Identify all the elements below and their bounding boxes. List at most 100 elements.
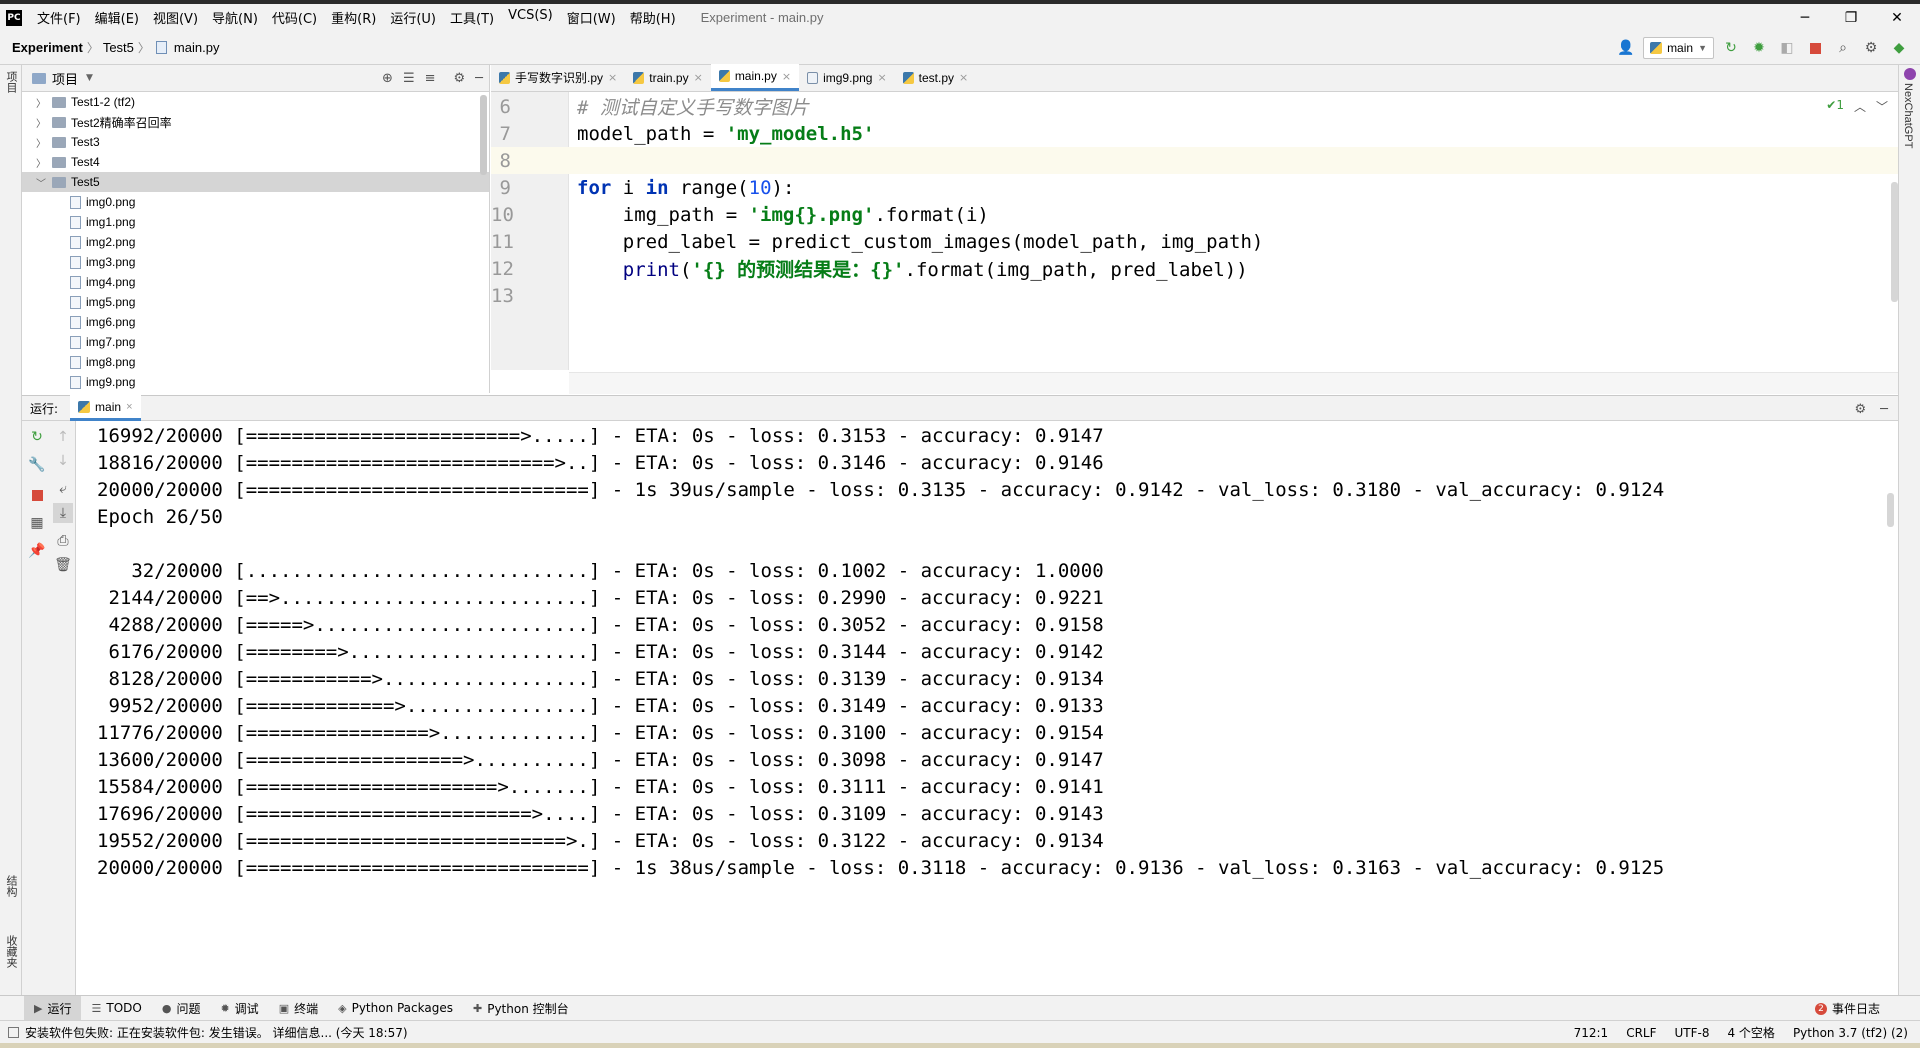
breadcrumb-project[interactable]: Experiment bbox=[0, 40, 87, 55]
trash-icon[interactable]: 🗑 bbox=[53, 555, 73, 575]
chevron-right-icon[interactable]: 〉 bbox=[34, 95, 48, 110]
chevron-right-icon[interactable]: 〉 bbox=[34, 115, 48, 130]
event-log-button[interactable]: 2 事件日志 bbox=[1814, 996, 1880, 1021]
debug-icon[interactable]: ✹ bbox=[1748, 37, 1770, 59]
menu-item[interactable]: 运行(U) bbox=[383, 8, 443, 27]
chevron-right-icon[interactable]: 〉 bbox=[34, 155, 48, 170]
code-line[interactable]: 13 bbox=[491, 282, 1898, 309]
arrow-down-icon[interactable]: ↓ bbox=[53, 451, 73, 471]
update-icon[interactable]: ◆ bbox=[1888, 37, 1910, 59]
code-line[interactable]: 8 bbox=[491, 147, 1898, 174]
indent-setting[interactable]: 4 个空格 bbox=[1727, 1024, 1774, 1041]
tree-file[interactable]: img2.png bbox=[22, 232, 489, 252]
editor-tab[interactable]: test.py × bbox=[895, 64, 977, 91]
next-highlight-icon[interactable]: ﹀ bbox=[1876, 98, 1888, 115]
chevron-down-icon[interactable]: ﹀ bbox=[34, 175, 48, 190]
settings-icon[interactable]: ⚙ bbox=[454, 71, 466, 86]
code-line[interactable]: 9 for i in range(10): bbox=[491, 174, 1898, 201]
settings-icon[interactable]: ⚙ bbox=[1860, 37, 1882, 59]
stop-icon[interactable] bbox=[27, 485, 47, 505]
hide-icon[interactable]: ─ bbox=[475, 71, 483, 86]
close-icon[interactable]: × bbox=[608, 71, 617, 84]
tree-file[interactable]: img1.png bbox=[22, 212, 489, 232]
wrench-icon[interactable]: 🔧 bbox=[27, 455, 47, 475]
menu-item[interactable]: 导航(N) bbox=[205, 8, 265, 27]
editor-horizontal-scrollbar[interactable] bbox=[569, 372, 1898, 394]
tool-window-tab[interactable]: ✚ Python 控制台 bbox=[463, 996, 579, 1021]
user-icon[interactable]: 👤 bbox=[1615, 37, 1637, 59]
tool-window-tab[interactable]: ● 问题 bbox=[152, 996, 211, 1021]
menu-item[interactable]: 窗口(W) bbox=[560, 8, 623, 27]
run-configuration-select[interactable]: main ▼ bbox=[1643, 37, 1714, 59]
collapse-all-icon[interactable]: ≡ bbox=[425, 71, 436, 86]
status-message[interactable]: 安装软件包失败: 正在安装软件包: 发生错误。 详细信息... (今天 18:5… bbox=[25, 1024, 408, 1041]
code-line[interactable]: 6 # 测试自定义手写数字图片 bbox=[491, 93, 1898, 120]
tree-folder[interactable]: 〉 Test1-2 (tf2) bbox=[22, 92, 489, 112]
code-line[interactable]: 12 print('{} 的预测结果是：{}'.format(img_path,… bbox=[491, 255, 1898, 282]
code-editor[interactable]: 6 # 测试自定义手写数字图片 7 model_path = 'my_model.h5… bbox=[491, 92, 1898, 394]
minimize-button[interactable]: ─ bbox=[1782, 4, 1828, 31]
code-line[interactable]: 7 model_path = 'my_model.h5' bbox=[491, 120, 1898, 147]
tree-file[interactable]: img4.png bbox=[22, 272, 489, 292]
run-console[interactable]: 16992/20000 [========================>..… bbox=[77, 421, 1898, 995]
file-encoding[interactable]: UTF-8 bbox=[1675, 1026, 1710, 1040]
run-tab-main[interactable]: main × bbox=[70, 395, 141, 421]
code-line[interactable]: 10 img_path = 'img{}.png'.format(i) bbox=[491, 201, 1898, 228]
menu-item[interactable]: 工具(T) bbox=[443, 8, 501, 27]
chevron-down-icon[interactable]: ▼ bbox=[86, 73, 93, 83]
close-icon[interactable]: × bbox=[877, 71, 886, 84]
editor-tab[interactable]: img9.png × bbox=[799, 64, 895, 91]
caret-position[interactable]: 712:1 bbox=[1574, 1026, 1609, 1040]
expand-all-icon[interactable]: ☰ bbox=[403, 71, 415, 86]
menu-item[interactable]: 重构(R) bbox=[324, 8, 383, 27]
nexchatgpt-tool-tab[interactable]: NexChatGPT bbox=[1902, 83, 1914, 148]
menu-item[interactable]: VCS(S) bbox=[501, 8, 560, 27]
menu-item[interactable]: 帮助(H) bbox=[623, 8, 683, 27]
line-separator[interactable]: CRLF bbox=[1626, 1026, 1656, 1040]
tool-window-tab[interactable]: ☰ TODO bbox=[81, 996, 151, 1021]
locate-icon[interactable]: ⊕ bbox=[382, 71, 393, 86]
inspection-widget[interactable]: ✔1 ︿ ﹀ bbox=[1826, 98, 1888, 115]
search-icon[interactable]: ⌕ bbox=[1832, 37, 1854, 59]
tree-file[interactable]: img5.png bbox=[22, 292, 489, 312]
close-icon[interactable]: × bbox=[126, 401, 132, 413]
favorites-tool-tab[interactable]: 收藏夹 bbox=[2, 935, 20, 968]
close-icon[interactable]: × bbox=[959, 71, 968, 84]
close-button[interactable]: ✕ bbox=[1874, 4, 1920, 31]
layout-icon[interactable]: ▦ bbox=[27, 513, 47, 533]
breadcrumb-folder[interactable]: Test5 bbox=[99, 40, 138, 55]
arrow-up-icon[interactable]: ↑ bbox=[53, 427, 73, 447]
chevron-right-icon[interactable]: 〉 bbox=[34, 135, 48, 150]
menu-item[interactable]: 文件(F) bbox=[30, 8, 88, 27]
editor-tab[interactable]: 手写数字识别.py × bbox=[491, 64, 625, 91]
project-panel-title[interactable]: 项目 bbox=[52, 69, 78, 88]
tool-window-tab[interactable]: ▣ 终端 bbox=[269, 996, 328, 1021]
tool-window-tab[interactable]: ◈ Python Packages bbox=[328, 996, 463, 1021]
project-tool-tab[interactable]: 项目 bbox=[2, 71, 20, 93]
python-interpreter[interactable]: Python 3.7 (tf2) (2) bbox=[1793, 1026, 1908, 1040]
code-line[interactable]: 11 pred_label = predict_custom_images(mo… bbox=[491, 228, 1898, 255]
breadcrumb-file[interactable]: main.py bbox=[170, 40, 224, 55]
tree-folder[interactable]: 〉 Test3 bbox=[22, 132, 489, 152]
tool-window-tab[interactable]: ▶ 运行 bbox=[24, 995, 82, 1021]
status-toggle-icon[interactable] bbox=[8, 1026, 19, 1038]
print-icon[interactable]: ⎙ bbox=[53, 531, 73, 551]
tree-file[interactable]: img7.png bbox=[22, 332, 489, 352]
menu-item[interactable]: 代码(C) bbox=[265, 8, 324, 27]
tree-file[interactable]: img3.png bbox=[22, 252, 489, 272]
tree-folder[interactable]: ﹀ Test5 bbox=[22, 172, 489, 192]
rerun-icon[interactable]: ↻ bbox=[1720, 37, 1742, 59]
tree-folder[interactable]: 〉 Test2精确率召回率 bbox=[22, 112, 489, 132]
editor-tab[interactable]: train.py × bbox=[625, 64, 711, 91]
hide-icon[interactable]: ─ bbox=[1880, 402, 1888, 417]
menu-item[interactable]: 视图(V) bbox=[146, 8, 205, 27]
coverage-icon[interactable]: ◧ bbox=[1776, 37, 1798, 59]
previous-highlight-icon[interactable]: ︿ bbox=[1854, 98, 1866, 115]
tree-file[interactable]: img8.png bbox=[22, 352, 489, 372]
restore-button[interactable]: ❐ bbox=[1828, 4, 1874, 31]
tree-file[interactable]: img6.png bbox=[22, 312, 489, 332]
settings-icon[interactable]: ⚙ bbox=[1855, 402, 1867, 417]
tree-file[interactable]: img9.png bbox=[22, 372, 489, 392]
tree-folder[interactable]: 〉 Test4 bbox=[22, 152, 489, 172]
soft-wrap-icon[interactable]: ⤶ bbox=[53, 479, 73, 499]
